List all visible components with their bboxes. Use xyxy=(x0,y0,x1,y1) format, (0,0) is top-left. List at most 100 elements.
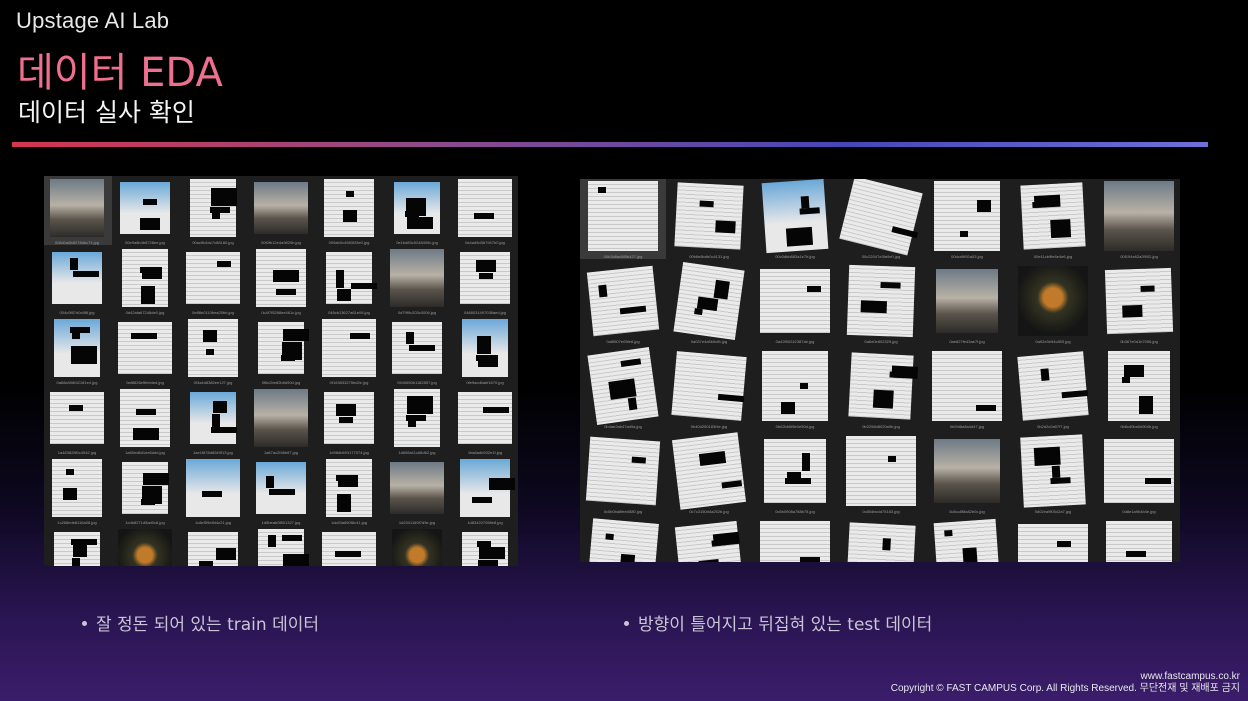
thumbnail-item[interactable]: 1ba6adb932e1f.jpg xyxy=(455,389,515,457)
thumbnail-item[interactable]: 00e9a8b4b8728ee.jpg xyxy=(115,179,175,247)
redaction-block xyxy=(338,475,358,487)
redaction-block xyxy=(888,456,896,462)
thumbnail-item[interactable]: 0a92e3e54c853.jpg xyxy=(1014,266,1092,348)
document-scan-image xyxy=(839,179,923,256)
thumbnail-item[interactable]: 1dc83a850f8c41.jpg xyxy=(319,459,379,527)
thumbnail-item[interactable]: 0a6d0e802325.jpg xyxy=(842,264,920,348)
thumbnail-item[interactable]: 0e1bd83c5248405c.jpg xyxy=(387,179,447,247)
thumbnail-item[interactable]: 1d834207058e8.jpg xyxy=(455,459,515,527)
thumbnail-item[interactable]: 0f163833275bd2e.jpg xyxy=(319,319,379,387)
thumbnail-item[interactable]: 0dd2e8b4c7a1.jpg xyxy=(928,518,1006,562)
thumbnail-item[interactable]: 0b40d250183f4e.jpg xyxy=(670,351,748,433)
thumbnail-item[interactable]: 1cdb8271d5ad0c8.jpg xyxy=(115,459,175,527)
thumbnail-item[interactable]: 00c0dbb883a1e7b.jpg xyxy=(756,179,834,263)
thumbnail-item[interactable]: 1fa0c4b7d3e2.jpg xyxy=(455,529,515,566)
thumbnail-item[interactable]: 0af8826e5feb4ed.jpg xyxy=(115,319,175,387)
thumbnail-item[interactable]: 00f194e62a2f902.jpg xyxy=(1100,181,1178,263)
thumbnail-item[interactable]: 1f0a8e3c22b1.jpg xyxy=(183,529,243,566)
car-photo-image xyxy=(390,249,444,307)
thumbnail-filename: 0d02ea9f0542a7.jpg xyxy=(1034,509,1072,514)
thumbnail-item[interactable]: 0f6c2be82b8d90d.jpg xyxy=(251,319,311,387)
thumbnail-item[interactable]: 0b2d2c0a97f7.jpg xyxy=(1014,351,1092,433)
document-scan-image xyxy=(846,436,916,506)
thumbnail-item[interactable]: 0488031497038aed.jpg xyxy=(455,249,515,317)
thumbnail-item[interactable]: 0d9a1c2e4f3b.jpg xyxy=(584,518,662,562)
thumbnail-item[interactable]: 0b02bb5f8e0e50d.jpg xyxy=(756,351,834,433)
thumbnail-item[interactable]: 0a42f50242387ab.jpg xyxy=(756,266,834,348)
thumbnail-item[interactable]: 0a4ad5d367947b0.jpg xyxy=(455,179,515,247)
redaction-block xyxy=(880,281,901,289)
thumbnail-item[interactable]: 0da4e7b2c1f8.jpg xyxy=(670,520,748,562)
thumbnail-item[interactable]: 0c7c3150d4a252b.jpg xyxy=(670,432,748,518)
thumbnail-item[interactable]: 0c6b0908a788b78.jpg xyxy=(756,436,834,518)
thumbnail-item[interactable]: 0fe9acd6abf1870.jpg xyxy=(455,319,515,387)
thumbnail-item[interactable]: 00ac5b4dc7c88180.jpg xyxy=(183,179,243,247)
document-scan-image xyxy=(120,389,170,447)
thumbnail-item[interactable]: 1d2041169f7d9e.jpg xyxy=(387,459,447,527)
thumbnail-item[interactable]: 0a68a908f42181e4.jpg xyxy=(47,319,107,387)
thumbnail-item[interactable]: 0df8c2e6a4b3.jpg xyxy=(1100,521,1178,562)
train-data-thumbnail-grid: 008d1a6b8278dbc74.jpg 00e9a8b4b8728ee.jpg… xyxy=(44,176,518,566)
thumbnail-item[interactable]: 0d42afa67248de0.jpg xyxy=(115,249,175,317)
thumbnail-item[interactable]: 0c5b0ba8fee0880.jpg xyxy=(584,436,662,518)
thumbnail-item[interactable]: 1d98db893177074.jpg xyxy=(319,389,379,457)
thumbnail-filename: 1d98db893177074.jpg xyxy=(329,450,369,455)
thumbnail-item[interactable]: 0d79f9c203c0006.jpg xyxy=(387,249,447,317)
thumbnail-item[interactable]: 1e9bcf1d2a47.jpg xyxy=(115,529,175,566)
thumbnail-filename: 1ba6adb932e1f.jpg xyxy=(467,450,503,455)
thumbnail-item[interactable]: 0c4f7f5288ee461c.jpg xyxy=(251,249,311,317)
thumbnail-item[interactable]: 0d02ea9f0542a7.jpg xyxy=(1014,434,1092,518)
thumbnail-item[interactable]: 00e11cb9fe8e4e6.jpg xyxy=(1014,181,1092,263)
thumbnail-item[interactable]: 1c268ede8116a08.jpg xyxy=(47,459,107,527)
thumbnail-item[interactable]: 0b4ae2ab47ad9a.jpg xyxy=(584,347,662,433)
thumbnail-item[interactable]: 0dc6a9e3f4b2.jpg xyxy=(842,521,920,562)
thumbnail-item[interactable]: 0b2258d8020a9b.jpg xyxy=(842,351,920,433)
redaction-block xyxy=(343,210,357,222)
thumbnail-item[interactable]: 0c80dbcdd75183.jpg xyxy=(842,436,920,518)
redaction-block xyxy=(269,489,295,495)
thumbnail-item[interactable]: 1e4a7e1b2c31.jpg xyxy=(47,529,107,566)
thumbnail-item[interactable]: 00b6e8bdb0c4131.jpg xyxy=(670,181,748,263)
thumbnail-item[interactable]: 1f3b6c0e9d15.jpg xyxy=(251,529,311,566)
thumbnail-item[interactable]: 1f8d3a6e21c9.jpg xyxy=(387,529,447,566)
thumbnail-item[interactable]: 0b8cd0ba0d904b.jpg xyxy=(1100,351,1178,433)
thumbnail-item[interactable]: 1ae1f878d8949f13.jpg xyxy=(183,389,243,457)
thumbnail-item[interactable]: 1a67ac2f48e87.jpg xyxy=(251,389,311,457)
thumbnail-item[interactable]: 1d698a11c68d62.jpg xyxy=(387,389,447,457)
thumbnail-item[interactable]: 0b367e0d1b7056.jpg xyxy=(1100,266,1178,348)
thumbnail-item[interactable]: 1d5beab0f801327.jpg xyxy=(251,459,311,527)
thumbnail-item[interactable]: 0ae827fe43ae7f.jpg xyxy=(928,266,1006,348)
thumbnail-item[interactable]: 0c8cc8f8a82b0c.jpg xyxy=(928,436,1006,518)
thumbnail-item[interactable]: 009ab0c4983f28e0.jpg xyxy=(319,179,379,247)
thumbnail-item[interactable]: 1c8ef59e8d4c21.jpg xyxy=(183,459,243,527)
thumbnail-filename: 0b4ae2ab47ad9a.jpg xyxy=(604,424,642,429)
thumbnail-item[interactable]: 1a80ed8d1ee6ddd.jpg xyxy=(115,389,175,457)
thumbnail-filename: 1d698a11c68d62.jpg xyxy=(398,450,436,455)
thumbnail-item[interactable]: 00b3d8ad8f5b427.jpg xyxy=(580,179,666,263)
redaction-block xyxy=(143,473,169,485)
redaction-block xyxy=(282,535,302,541)
thumbnail-item[interactable]: 0db3c5e8a2d1.jpg xyxy=(756,521,834,562)
thumbnail-item[interactable]: 048cb13627a61e08.jpg xyxy=(319,249,379,317)
thumbnail-item[interactable]: 0b2fd8a8a4d47.jpg xyxy=(928,351,1006,433)
thumbnail-item[interactable]: 1f5a2e8d0c74.jpg xyxy=(319,529,379,566)
thumbnail-filename: 0fe9acd6abf1870.jpg xyxy=(466,380,504,385)
thumbnail-item[interactable]: 0a037e4a5b5df4.jpg xyxy=(670,262,748,348)
thumbnail-filename: 0f163833275bd2e.jpg xyxy=(329,380,369,385)
thumbnail-item[interactable]: 0de5f1a3b9c6.jpg xyxy=(1014,521,1092,562)
thumbnail-item[interactable]: 0540650b1182857.jpg xyxy=(387,319,447,387)
thumbnail-item[interactable]: 008d1a6b8278dbc74.jpg xyxy=(44,176,112,247)
thumbnail-item[interactable]: 0e88e0110bea20bb.jpg xyxy=(183,249,243,317)
thumbnail-item[interactable]: 0f3a4d8382ee127.jpg xyxy=(183,319,243,387)
document-scan-image xyxy=(587,518,659,562)
thumbnail-item[interactable]: 0a8f607e05fe8.jpg xyxy=(584,265,662,348)
thumbnail-item[interactable]: 1a483828f0c4542.jpg xyxy=(47,389,107,457)
redaction-block xyxy=(1122,304,1143,318)
thumbnail-item[interactable]: 0d8e1a9b4b4e.jpg xyxy=(1100,436,1178,518)
thumbnail-item[interactable]: 00f0fb12e4a9820b.jpg xyxy=(251,179,311,247)
document-scan-image xyxy=(1108,351,1170,421)
thumbnail-item[interactable]: 00dcd9f92a53.jpg xyxy=(928,181,1006,263)
redaction-block xyxy=(631,456,646,464)
thumbnail-item[interactable]: 00c22047e3fa9e0.jpg xyxy=(839,179,923,263)
thumbnail-item[interactable]: 004c0f87d0c8f8.jpg xyxy=(47,249,107,317)
